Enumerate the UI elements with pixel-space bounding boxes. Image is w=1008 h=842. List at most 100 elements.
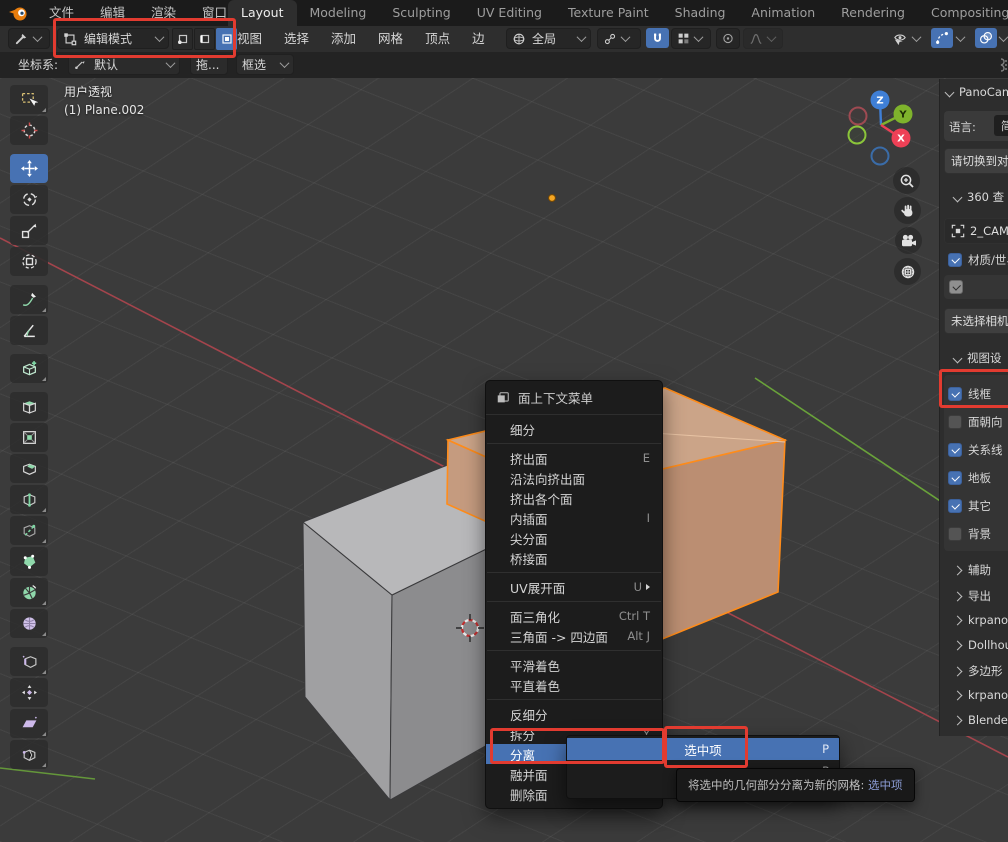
menu-item-shade-smooth[interactable]: 平滑着色 bbox=[486, 655, 662, 675]
zoom-button[interactable] bbox=[893, 167, 920, 194]
tool-edge-slide[interactable] bbox=[10, 647, 48, 676]
camera-list-item[interactable]: 2_CAM bbox=[944, 218, 1008, 244]
gizmo-neg-y-axis[interactable] bbox=[849, 127, 866, 144]
tool-rotate[interactable] bbox=[10, 185, 48, 214]
background-checkbox[interactable] bbox=[948, 527, 962, 541]
tool-spin[interactable] bbox=[10, 578, 48, 607]
snap-toggle-button[interactable] bbox=[646, 28, 669, 48]
menu-select[interactable]: 选择 bbox=[273, 26, 320, 52]
orthographic-toggle-button[interactable] bbox=[894, 258, 921, 285]
relationship-lines-checkbox[interactable] bbox=[948, 443, 962, 457]
language-dropdown[interactable]: 简 bbox=[994, 115, 1008, 136]
tab-sculpting[interactable]: Sculpting bbox=[379, 0, 463, 26]
coord-system-dropdown[interactable]: 默认 bbox=[68, 54, 180, 75]
tool-bevel[interactable] bbox=[10, 454, 48, 483]
navigation-gizmo[interactable]: Z Y X bbox=[840, 83, 940, 173]
menu-edge[interactable]: 边 bbox=[461, 26, 496, 52]
menu-item-extrude-individual[interactable]: 挤出各个面 bbox=[486, 488, 662, 508]
section-polygon[interactable]: 多边形 bbox=[954, 663, 1003, 679]
tool-poly-build[interactable] bbox=[10, 547, 48, 576]
switch-language-button[interactable]: 请切换到对 bbox=[944, 148, 1008, 174]
tool-add-cube[interactable] bbox=[10, 354, 48, 383]
tab-texture-paint[interactable]: Texture Paint bbox=[555, 0, 662, 26]
menu-item-shade-flat[interactable]: 平直着色 bbox=[486, 675, 662, 695]
camera-view-button[interactable] bbox=[895, 227, 922, 254]
tab-layout[interactable]: Layout bbox=[228, 0, 297, 26]
face-orientation-checkbox-row[interactable]: 面朝向 bbox=[948, 413, 1003, 431]
wireframe-checkbox[interactable] bbox=[948, 387, 962, 401]
snap-target-dropdown[interactable] bbox=[671, 28, 711, 49]
face-orientation-checkbox[interactable] bbox=[948, 415, 962, 429]
floor-checkbox-row[interactable]: 地板 bbox=[948, 469, 991, 487]
menu-file[interactable]: 文件 bbox=[36, 0, 87, 26]
drag-button[interactable]: 拖... bbox=[190, 54, 228, 75]
tool-knife[interactable] bbox=[10, 516, 48, 545]
tool-scale[interactable] bbox=[10, 216, 48, 245]
tool-measure[interactable] bbox=[10, 316, 48, 345]
tool-box-select[interactable] bbox=[10, 85, 48, 114]
tool-loop-cut[interactable] bbox=[10, 485, 48, 514]
other-checkbox-row[interactable]: 其它 bbox=[948, 497, 991, 515]
section-dollhouse[interactable]: Dollhou bbox=[954, 638, 1008, 652]
menu-item-extrude-faces[interactable]: 挤出面E bbox=[486, 448, 662, 468]
menu-item-unsubdivide[interactable]: 反细分 bbox=[486, 704, 662, 724]
gizmos-toggle-button[interactable] bbox=[931, 28, 953, 48]
background-checkbox-row[interactable]: 背景 bbox=[948, 525, 991, 543]
other-checkbox[interactable] bbox=[948, 499, 962, 513]
transform-orientation-dropdown[interactable]: 全局 bbox=[506, 28, 591, 49]
tool-inset-faces[interactable] bbox=[10, 423, 48, 452]
pivot-point-dropdown[interactable] bbox=[597, 28, 641, 49]
section-blender[interactable]: Blende bbox=[954, 713, 1008, 727]
tab-rendering[interactable]: Rendering bbox=[828, 0, 918, 26]
section-view-settings[interactable]: 视图设 bbox=[954, 350, 1002, 366]
tab-compositing[interactable]: Compositing bbox=[918, 0, 1008, 26]
mode-selector[interactable]: 编辑模式 bbox=[57, 28, 169, 49]
edge-select-button[interactable] bbox=[194, 28, 215, 50]
secondary-checkbox[interactable] bbox=[949, 280, 963, 294]
sidebar-tab-panocam[interactable]: PanoCama bbox=[946, 85, 1008, 99]
section-assist[interactable]: 辅助 bbox=[954, 562, 991, 578]
menu-render[interactable]: 渲染 bbox=[138, 0, 189, 26]
section-krpano-1[interactable]: krpano bbox=[954, 613, 1008, 627]
tool-rip-region[interactable] bbox=[10, 740, 48, 769]
menu-vertex[interactable]: 顶点 bbox=[414, 26, 461, 52]
tool-annotate[interactable] bbox=[10, 285, 48, 314]
tool-extrude-region[interactable] bbox=[10, 392, 48, 421]
show-gizmo-visibility-dropdown[interactable] bbox=[886, 28, 928, 49]
menu-mesh[interactable]: 网格 bbox=[367, 26, 414, 52]
tab-modeling[interactable]: Modeling bbox=[297, 0, 380, 26]
submenu-item-selection[interactable]: 选中项 P bbox=[567, 738, 839, 760]
menu-item-extrude-along-normals[interactable]: 沿法向挤出面 bbox=[486, 468, 662, 488]
blender-logo-icon[interactable] bbox=[8, 4, 28, 22]
tab-uv-editing[interactable]: UV Editing bbox=[464, 0, 555, 26]
section-360-view[interactable]: 360 查 bbox=[954, 189, 1004, 205]
no-camera-button[interactable]: 未选择相机 bbox=[944, 308, 1008, 334]
select-mode-dropdown[interactable]: 框选 bbox=[236, 54, 294, 75]
menu-item-inset-faces[interactable]: 内插面I bbox=[486, 508, 662, 528]
vertex-select-button[interactable] bbox=[172, 28, 193, 50]
tool-move[interactable] bbox=[10, 154, 48, 183]
active-tool-dropdown[interactable] bbox=[8, 28, 50, 49]
menu-item-poke-faces[interactable]: 尖分面 bbox=[486, 528, 662, 548]
gizmos-dropdown[interactable] bbox=[954, 28, 967, 49]
proportional-editing-toggle[interactable] bbox=[716, 28, 740, 49]
tool-shear[interactable] bbox=[10, 709, 48, 738]
menu-edit[interactable]: 编辑 bbox=[87, 0, 138, 26]
menu-item-tris-to-quads[interactable]: 三角面 -> 四边面Alt J bbox=[486, 626, 662, 646]
section-krpano-2[interactable]: krpano bbox=[954, 688, 1008, 702]
pan-button[interactable] bbox=[894, 197, 921, 224]
gizmo-neg-x-axis[interactable] bbox=[850, 108, 867, 125]
material-world-checkbox-row[interactable]: 材质/世界 bbox=[948, 251, 1008, 269]
overlays-dropdown[interactable] bbox=[999, 28, 1008, 49]
menu-add[interactable]: 添加 bbox=[320, 26, 367, 52]
menu-item-bridge-faces[interactable]: 桥接面 bbox=[486, 548, 662, 568]
section-export[interactable]: 导出 bbox=[954, 588, 991, 604]
checkbox-checked-icon[interactable] bbox=[948, 253, 962, 267]
tool-shrink-fatten[interactable] bbox=[10, 678, 48, 707]
wireframe-checkbox-row[interactable]: 线框 bbox=[948, 385, 991, 403]
tool-transform[interactable] bbox=[10, 247, 48, 276]
floor-checkbox[interactable] bbox=[948, 471, 962, 485]
relationship-lines-checkbox-row[interactable]: 关系线 bbox=[948, 441, 1003, 459]
proportional-falloff-dropdown[interactable] bbox=[743, 28, 783, 49]
tool-smooth[interactable] bbox=[10, 609, 48, 638]
